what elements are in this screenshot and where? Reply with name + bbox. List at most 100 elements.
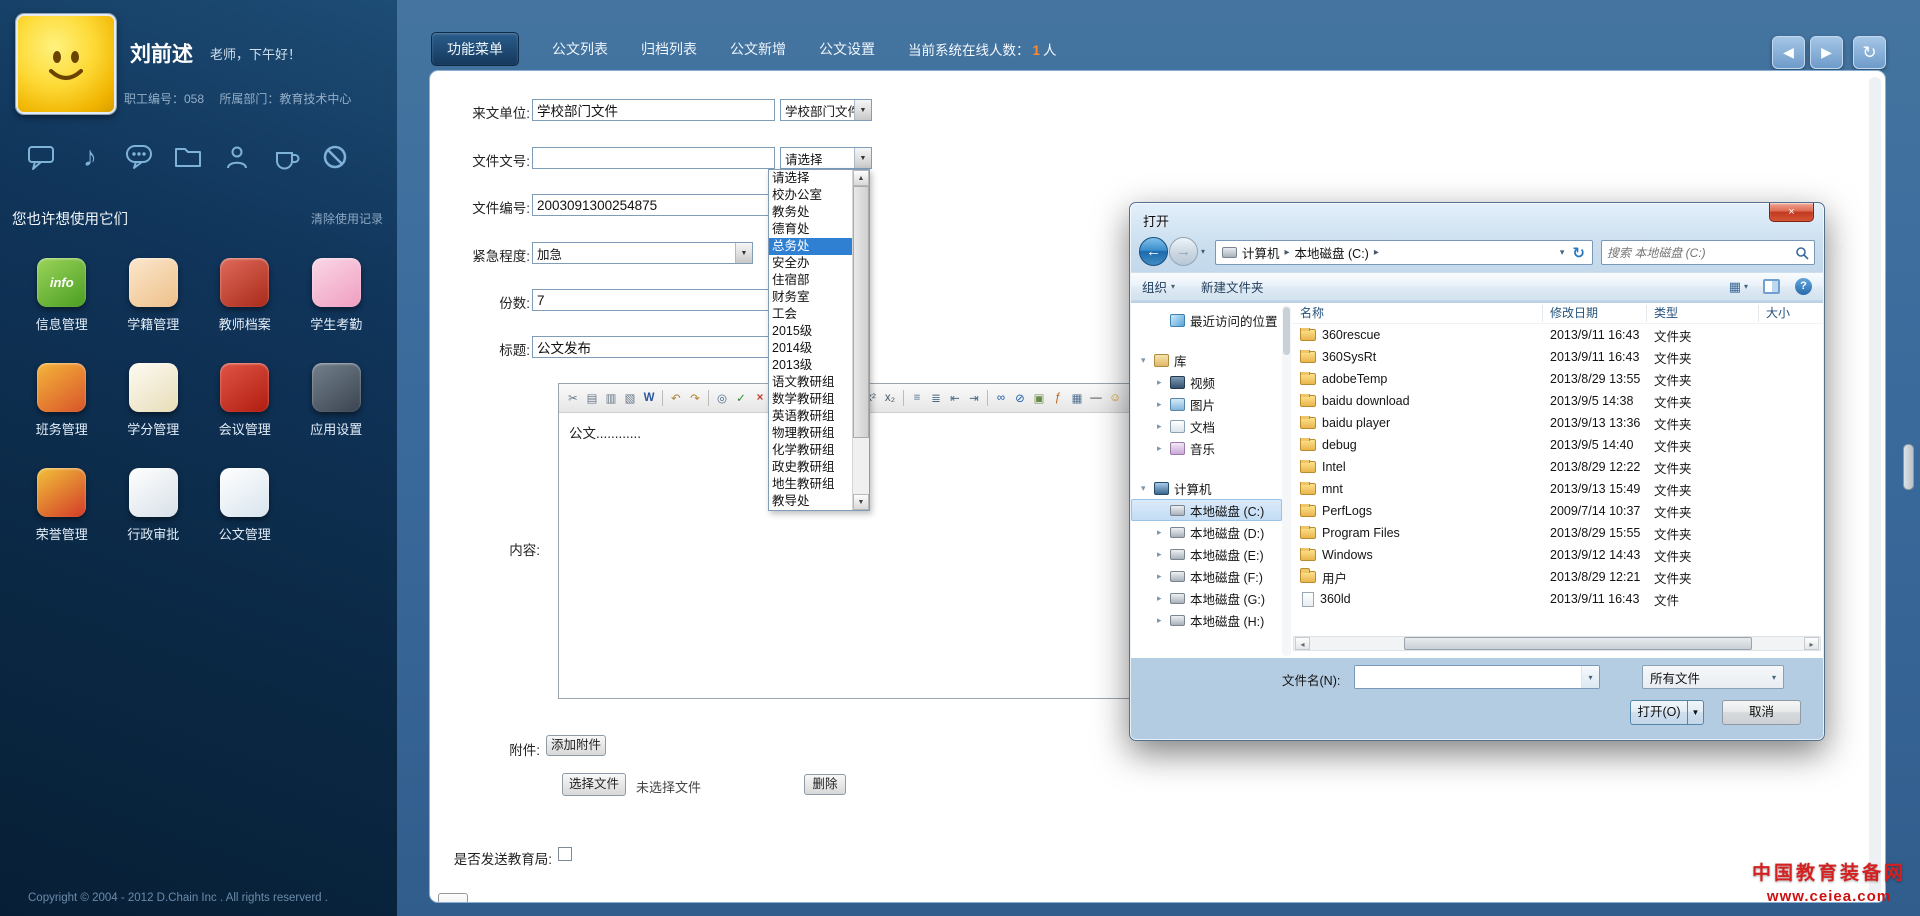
doc-no-select[interactable]: 请选择▼ bbox=[780, 147, 872, 169]
urgency-select[interactable]: 加急▼ bbox=[532, 242, 753, 264]
horizontal-scrollbar[interactable]: ◂ ▸ bbox=[1293, 636, 1821, 651]
scroll-up-icon[interactable]: ▲ bbox=[853, 170, 869, 186]
tree-item[interactable]: ▾ 库 bbox=[1131, 349, 1282, 371]
dropdown-item[interactable]: 2015级 bbox=[769, 323, 852, 340]
tree-item[interactable]: ▾ 计算机 bbox=[1131, 477, 1282, 499]
filename-input[interactable] bbox=[1355, 666, 1581, 688]
tree-item[interactable]: ▸ 视频 bbox=[1131, 371, 1282, 393]
tree-item[interactable]: ▸ 本地磁盘 (H:) bbox=[1131, 609, 1282, 631]
organize-button[interactable]: 组织▾ bbox=[1142, 277, 1175, 296]
panel-scrollbar[interactable] bbox=[1869, 77, 1881, 896]
copies-input[interactable] bbox=[532, 289, 775, 311]
editor-icon[interactable]: ⊘ bbox=[1011, 389, 1029, 408]
editor-icon[interactable]: W bbox=[640, 389, 658, 408]
h-scroll-thumb[interactable] bbox=[1404, 637, 1752, 650]
tree-expand-icon[interactable]: ▸ bbox=[1157, 615, 1170, 626]
editor-icon[interactable]: ― bbox=[1087, 389, 1105, 408]
dropdown-item[interactable]: 英语教研组 bbox=[769, 408, 852, 425]
person-icon[interactable] bbox=[222, 140, 252, 174]
editor-icon[interactable] bbox=[708, 390, 709, 406]
app-shortcut[interactable]: 教师档案 bbox=[199, 258, 291, 333]
column-header[interactable]: 修改日期 bbox=[1543, 305, 1647, 322]
tree-item[interactable]: ▸ 文档 bbox=[1131, 415, 1282, 437]
editor-icon[interactable]: ↶ bbox=[667, 389, 685, 408]
add-attachment-button[interactable]: 添加附件 bbox=[546, 735, 606, 756]
tree-scrollbar[interactable] bbox=[1282, 305, 1291, 656]
editor-icon[interactable]: ▤ bbox=[583, 389, 601, 408]
tree-expand-icon[interactable]: ▾ bbox=[1141, 483, 1154, 494]
choose-file-button[interactable]: 选择文件 bbox=[562, 773, 626, 796]
new-folder-button[interactable]: 新建文件夹 bbox=[1201, 277, 1264, 296]
scroll-down-icon[interactable]: ▼ bbox=[853, 494, 869, 510]
dropdown-item[interactable]: 2013级 bbox=[769, 357, 852, 374]
open-split-arrow[interactable]: ▼ bbox=[1687, 700, 1704, 725]
file-row[interactable]: 用户 2013/8/29 12:21 文件夹 bbox=[1293, 566, 1823, 588]
file-row[interactable]: Intel 2013/8/29 12:22 文件夹 bbox=[1293, 456, 1823, 478]
music-icon[interactable]: ♪ bbox=[75, 140, 105, 174]
editor-icon[interactable]: ▧ bbox=[621, 389, 639, 408]
block-icon[interactable] bbox=[320, 140, 350, 174]
dropdown-item[interactable]: 德育处 bbox=[769, 221, 852, 238]
breadcrumb-dropdown-icon[interactable]: ▾ bbox=[1555, 247, 1570, 258]
dropdown-item[interactable]: 政史教研组 bbox=[769, 459, 852, 476]
column-header[interactable]: 名称 bbox=[1293, 305, 1543, 322]
tree-item[interactable]: ▸ 本地磁盘 (G:) bbox=[1131, 587, 1282, 609]
coffee-icon[interactable] bbox=[271, 140, 301, 174]
editor-icon[interactable]: ✓ bbox=[732, 389, 750, 408]
app-shortcut[interactable]: 学生考勤 bbox=[291, 258, 383, 333]
delete-button[interactable]: 删除 bbox=[804, 774, 846, 795]
scroll-right-icon[interactable]: ▸ bbox=[1804, 637, 1819, 650]
help-button[interactable]: ? bbox=[1795, 278, 1812, 295]
dropdown-item[interactable]: 教导处 bbox=[769, 493, 852, 510]
speech-icon[interactable] bbox=[124, 140, 154, 174]
tree-expand-icon[interactable]: ▸ bbox=[1157, 593, 1170, 604]
file-row[interactable]: 360SysRt 2013/9/11 16:43 文件夹 bbox=[1293, 346, 1823, 368]
nav-forward-button[interactable]: ▶ bbox=[1810, 36, 1843, 69]
tree-expand-icon[interactable]: ▸ bbox=[1157, 549, 1170, 560]
dropdown-item[interactable]: 化学教研组 bbox=[769, 442, 852, 459]
source-unit-input[interactable] bbox=[532, 99, 775, 121]
editor-icon[interactable]: ƒ bbox=[1049, 389, 1067, 408]
dropdown-item[interactable]: 财务室 bbox=[769, 289, 852, 306]
editor-icon[interactable]: x₂ bbox=[881, 389, 899, 408]
tree-expand-icon[interactable]: ▸ bbox=[1157, 377, 1170, 388]
editor-icon[interactable]: × bbox=[751, 389, 769, 408]
tree-scroll-thumb[interactable] bbox=[1283, 307, 1290, 355]
preview-pane-button[interactable] bbox=[1763, 279, 1780, 294]
editor-icon[interactable]: ⇤ bbox=[946, 389, 964, 408]
file-row[interactable]: adobeTemp 2013/8/29 13:55 文件夹 bbox=[1293, 368, 1823, 390]
editor-icon[interactable]: ▦ bbox=[1068, 389, 1086, 408]
editor-icon[interactable]: ▥ bbox=[602, 389, 620, 408]
column-header[interactable]: 大小 bbox=[1759, 305, 1823, 322]
page-scrollbar-thumb[interactable] bbox=[1903, 444, 1914, 490]
dropdown-item[interactable]: 总务处 bbox=[769, 238, 852, 255]
editor-icon[interactable]: ↷ bbox=[686, 389, 704, 408]
editor-icon[interactable] bbox=[662, 390, 663, 406]
tab[interactable]: 公文列表 bbox=[552, 39, 608, 59]
editor-icon[interactable]: ◎ bbox=[713, 389, 731, 408]
tree-expand-icon[interactable]: ▸ bbox=[1157, 443, 1170, 454]
app-shortcut[interactable]: 荣誉管理 bbox=[16, 468, 108, 543]
app-shortcut[interactable]: 应用设置 bbox=[291, 363, 383, 438]
dropdown-item[interactable]: 2014级 bbox=[769, 340, 852, 357]
column-header[interactable]: 类型 bbox=[1647, 305, 1759, 322]
doc-no-input[interactable] bbox=[532, 147, 775, 169]
tree-item[interactable]: 最近访问的位置 bbox=[1131, 309, 1282, 331]
tree-expand-icon[interactable]: ▸ bbox=[1157, 399, 1170, 410]
forward-button[interactable]: → bbox=[1169, 237, 1198, 266]
dropdown-item[interactable]: 住宿部 bbox=[769, 272, 852, 289]
partial-button[interactable] bbox=[438, 893, 468, 903]
file-row[interactable]: baidu player 2013/9/13 13:36 文件夹 bbox=[1293, 412, 1823, 434]
tab[interactable]: 归档列表 bbox=[641, 39, 697, 59]
search-input[interactable] bbox=[1607, 246, 1795, 260]
refresh-button[interactable]: ↻ bbox=[1853, 36, 1886, 69]
file-row[interactable]: baidu download 2013/9/5 14:38 文件夹 bbox=[1293, 390, 1823, 412]
editor-icon[interactable]: ☺ bbox=[1106, 389, 1124, 408]
editor-icon[interactable]: ∞ bbox=[992, 389, 1010, 408]
editor-icon[interactable]: ≣ bbox=[927, 389, 945, 408]
avatar[interactable] bbox=[16, 14, 116, 114]
app-shortcut[interactable]: info 信息管理 bbox=[16, 258, 108, 333]
tree-item[interactable]: ▸ 音乐 bbox=[1131, 437, 1282, 459]
scroll-thumb[interactable] bbox=[853, 186, 869, 438]
app-shortcut[interactable]: 会议管理 bbox=[199, 363, 291, 438]
